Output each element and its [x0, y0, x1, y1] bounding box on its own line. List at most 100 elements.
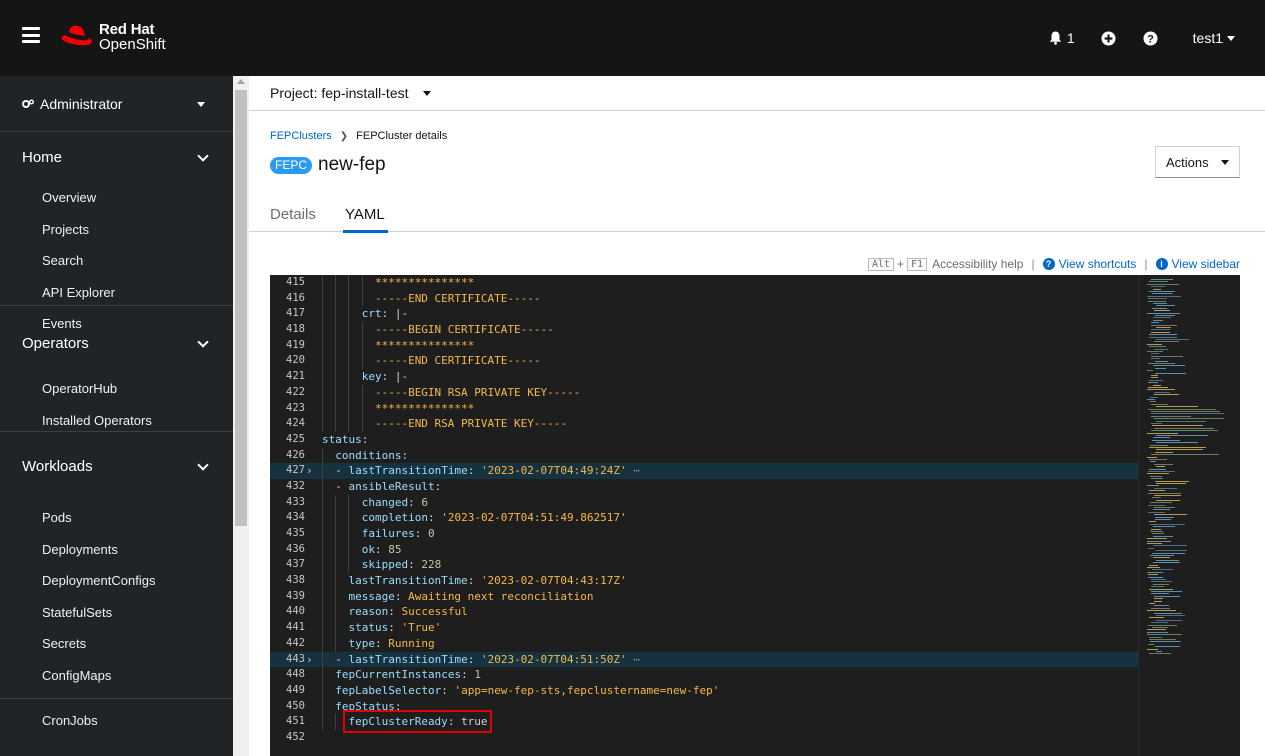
indent-guide — [335, 416, 337, 432]
minimap-line — [1147, 312, 1180, 314]
sidebar-scrollbar[interactable] — [233, 76, 249, 756]
minimap-line — [1151, 586, 1164, 588]
code-line[interactable]: - lastTransitionTime: '2023-02-07T04:49:… — [314, 463, 1138, 479]
code-line[interactable]: conditions: — [314, 447, 1138, 464]
hamburger-icon[interactable] — [22, 27, 40, 43]
code-line[interactable]: status: 'True' — [314, 620, 1138, 636]
indent-guide — [361, 353, 363, 370]
line-number: 442 — [286, 636, 305, 649]
nav-item-configmaps[interactable]: ConfigMaps — [0, 660, 233, 692]
code-line[interactable]: *************** — [314, 337, 1138, 354]
yaml-token: : — [401, 448, 409, 462]
help-button[interactable]: ? — [1143, 30, 1159, 46]
line-number-row: 415 — [270, 275, 314, 291]
yaml-token: - — [335, 652, 349, 666]
code-line[interactable]: reason: Successful — [314, 604, 1138, 621]
nav-item-operatorhub[interactable]: OperatorHub — [0, 373, 233, 405]
scroll-up-arrow-icon[interactable] — [237, 79, 245, 84]
code-line[interactable]: fepCurrentInstances: 1 — [314, 667, 1138, 683]
code-line[interactable]: ok: 85 — [314, 541, 1138, 558]
nav-item-statefulsets[interactable]: StatefulSets — [0, 597, 233, 629]
yaml-key: fepCurrentInstances — [335, 668, 462, 682]
nav-section-workloads-toggle[interactable]: Workloads — [0, 441, 233, 491]
code-line[interactable]: - lastTransitionTime: '2023-02-07T04:51:… — [314, 651, 1138, 668]
sidebar-scrollbar-thumb[interactable] — [235, 90, 247, 526]
nav-item-cronjobs[interactable]: CronJobs — [0, 705, 233, 737]
code-line[interactable]: key: |- — [314, 369, 1138, 385]
line-number-row: 451 — [270, 714, 314, 730]
nav-item-overview[interactable]: Overview — [0, 182, 233, 214]
code-line[interactable]: -----BEGIN CERTIFICATE----- — [314, 322, 1138, 338]
yaml-token: : — [394, 589, 409, 603]
code-line[interactable] — [314, 730, 1138, 746]
code-line[interactable]: -----END CERTIFICATE----- — [314, 353, 1138, 370]
code-line[interactable]: status: — [314, 432, 1138, 448]
fold-arrow-icon[interactable]: › — [306, 463, 313, 479]
view-sidebar-link[interactable]: i View sidebar — [1155, 257, 1240, 271]
yaml-token: 'True' — [401, 621, 442, 635]
minimap-line — [1149, 281, 1168, 283]
yaml-editor[interactable]: *************** -----END CERTIFICATE-----… — [270, 275, 1240, 756]
nav-item-deploymentconfigs[interactable]: DeploymentConfigs — [0, 565, 233, 597]
tab-details[interactable]: Details — [270, 206, 316, 223]
indent-guide — [348, 322, 350, 338]
code-line[interactable]: *************** — [314, 275, 1138, 291]
brand-logo[interactable]: Red Hat OpenShift — [60, 22, 166, 52]
perspective-switcher[interactable]: Administrator — [0, 76, 233, 132]
tabs: Details YAML — [249, 194, 1265, 233]
yaml-code-area[interactable]: *************** -----END CERTIFICATE-----… — [314, 275, 1138, 756]
folded-ellipsis-icon[interactable]: ⋯ — [627, 464, 640, 477]
minimap-line — [1151, 528, 1161, 530]
yaml-key: completion — [361, 511, 428, 525]
yaml-token: '2023-02-07T04:49:24Z' — [480, 464, 627, 478]
code-line[interactable]: type: Running — [314, 635, 1138, 652]
folded-ellipsis-icon[interactable]: ⋯ — [627, 653, 640, 666]
nav-section-home-toggle[interactable]: Home — [0, 132, 233, 182]
code-line[interactable]: - ansibleResult: — [314, 478, 1138, 495]
code-line[interactable]: fepClusterReady: true — [314, 710, 1138, 734]
indent-guide — [322, 384, 323, 401]
code-line[interactable]: changed: 6 — [314, 494, 1138, 511]
line-number-row: 421 — [270, 369, 314, 385]
code-line[interactable]: failures: 0 — [314, 526, 1138, 542]
tab-yaml[interactable]: YAML — [345, 206, 385, 223]
notifications-button[interactable]: 1 — [1048, 30, 1075, 46]
line-number: 452 — [286, 730, 305, 743]
help-icon: ? — [1042, 258, 1055, 270]
code-line[interactable]: message: Awaiting next reconciliation — [314, 588, 1138, 605]
code-line[interactable]: crt: |- — [314, 306, 1138, 323]
line-number: 433 — [286, 495, 305, 508]
code-line[interactable]: lastTransitionTime: '2023-02-07T04:43:17… — [314, 573, 1138, 589]
code-line[interactable]: skipped: 228 — [314, 557, 1138, 574]
nav-item-api-explorer[interactable]: API Explorer — [0, 277, 233, 309]
indent-guide — [322, 541, 323, 558]
view-shortcuts-link[interactable]: ? View shortcuts — [1042, 257, 1136, 271]
nav-item-deployments[interactable]: Deployments — [0, 534, 233, 566]
nav-item-search[interactable]: Search — [0, 245, 233, 277]
nav-section-operators-toggle[interactable]: Operators — [0, 318, 233, 368]
yaml-token: : — [434, 479, 442, 493]
fold-arrow-icon[interactable]: › — [306, 652, 313, 668]
breadcrumb-fepclusters-link[interactable]: FEPClusters — [270, 130, 332, 142]
redhat-logo-icon — [61, 25, 92, 46]
indent-guide — [335, 557, 337, 574]
yaml-key: fepLabelSelector — [335, 683, 442, 697]
actions-dropdown[interactable]: Actions — [1155, 146, 1240, 178]
yaml-token: Awaiting next reconciliation — [408, 589, 594, 603]
project-selector[interactable]: Project: fep-install-test — [249, 76, 1265, 111]
nav-item-secrets[interactable]: Secrets — [0, 628, 233, 660]
code-line[interactable]: -----BEGIN RSA PRIVATE KEY----- — [314, 384, 1138, 401]
code-line[interactable]: -----END CERTIFICATE----- — [314, 290, 1138, 307]
add-button[interactable] — [1101, 30, 1117, 46]
code-line[interactable]: -----END RSA PRIVATE KEY----- — [314, 416, 1138, 432]
code-line[interactable]: *************** — [314, 400, 1138, 417]
code-line[interactable]: fepLabelSelector: 'app=new-fep-sts,fepcl… — [314, 682, 1138, 699]
nav-item-projects[interactable]: Projects — [0, 214, 233, 246]
minimap-line — [1152, 627, 1168, 628]
code-line[interactable]: completion: '2023-02-07T04:51:49.862517' — [314, 510, 1138, 526]
editor-minimap[interactable] — [1138, 275, 1240, 756]
line-number-row: 417 — [270, 306, 314, 322]
nav-item-pods[interactable]: Pods — [0, 502, 233, 534]
minimap-line — [1150, 641, 1181, 643]
user-menu[interactable]: test1 — [1193, 30, 1235, 46]
